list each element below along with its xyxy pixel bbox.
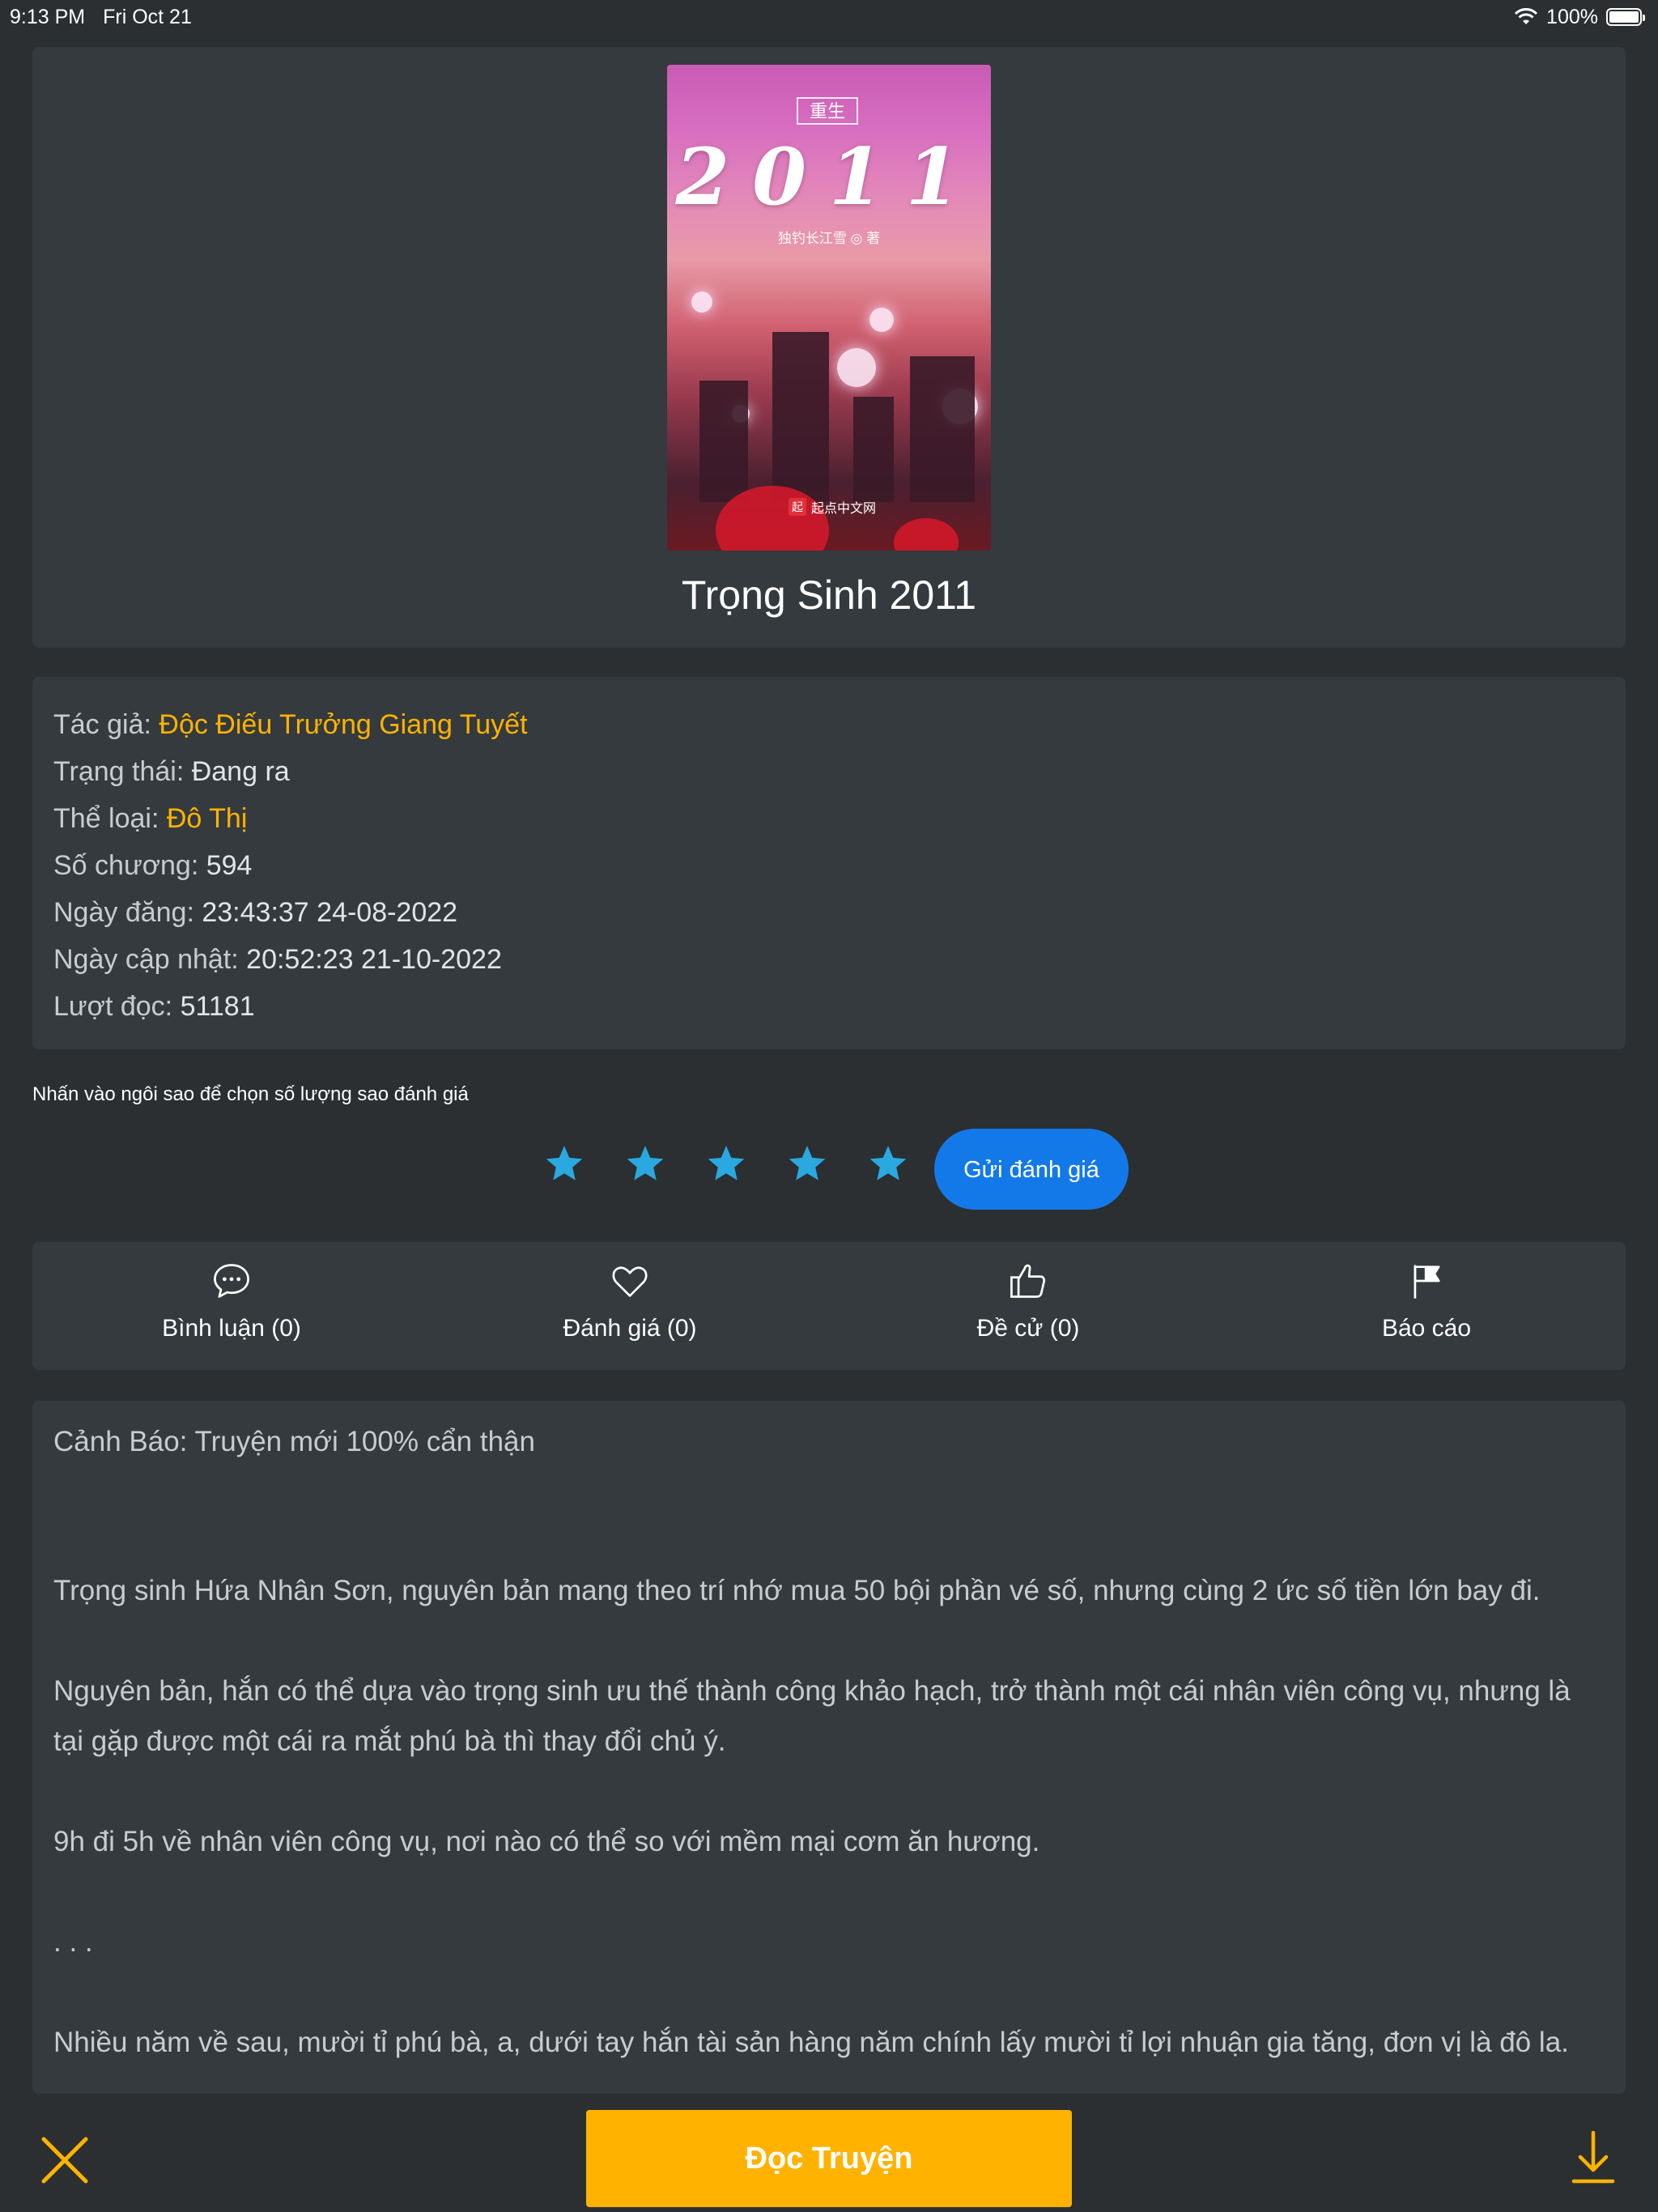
description-paragraph: 9h đi 5h về nhân viên công vụ, nơi nào c…	[53, 1826, 1040, 1857]
star-icon-5[interactable]	[868, 1143, 908, 1184]
cover-publisher: 起 起点中文网	[789, 497, 876, 517]
battery-icon	[1606, 8, 1645, 26]
updated-label: Ngày cập nhật:	[53, 944, 247, 975]
author-link[interactable]: Độc Điếu Trưởng Giang Tuyết	[159, 709, 527, 740]
description-warning: Cảnh Báo: Truyện mới 100% cẩn thận	[53, 1426, 535, 1457]
star-icon-1[interactable]	[544, 1143, 585, 1184]
comments-label: Bình luận (0)	[162, 1315, 301, 1342]
publisher-name: 起点中文网	[811, 502, 877, 516]
cover-top-text: 重生	[797, 97, 858, 125]
genre-label: Thể loại:	[53, 803, 167, 834]
description-paragraph: Nguyên bản, hắn có thể dựa vào trọng sin…	[53, 1675, 1571, 1757]
nominate-label: Đề cử (0)	[976, 1315, 1080, 1342]
chapters-label: Số chương:	[53, 850, 206, 881]
posted-value: 23:43:37 24-08-2022	[202, 897, 458, 928]
cover-number: 2011	[675, 131, 983, 223]
thumbs-up-icon	[1010, 1264, 1046, 1298]
reviews-button[interactable]: Đánh giá (0)	[431, 1242, 829, 1370]
info-author: Tác giả: Độc Điếu Trưởng Giang Tuyết	[53, 701, 528, 748]
posted-label: Ngày đăng:	[53, 897, 202, 928]
flag-icon	[1414, 1265, 1440, 1299]
submit-rating-button[interactable]: Gửi đánh giá	[934, 1129, 1129, 1210]
status-bar: 9:13 PM Fri Oct 21 100%	[0, 0, 1658, 34]
views-label: Lượt đọc:	[53, 991, 181, 1022]
views-value: 51181	[180, 991, 255, 1022]
read-button[interactable]: Đọc Truyện	[586, 2110, 1072, 2207]
status-time: 9:13 PM	[10, 5, 86, 28]
cover-panel: 重生 2011 独钓长江雪 ◎ 著 起 起点中文网 Trọng Sinh 201…	[32, 47, 1626, 648]
book-title: Trọng Sinh 2011	[681, 572, 977, 618]
star-rating	[544, 1143, 908, 1184]
info-posted: Ngày đăng: 23:43:37 24-08-2022	[53, 889, 528, 936]
status-label: Trạng thái:	[53, 756, 192, 787]
description-text: Cảnh Báo: Truyện mới 100% cẩn thận Trọng…	[53, 1417, 1605, 2068]
report-button[interactable]: Báo cáo	[1227, 1242, 1626, 1370]
actions-panel: Bình luận (0) Đánh giá (0) Đề cử (0) Báo…	[32, 1242, 1626, 1370]
comment-icon	[214, 1264, 249, 1298]
status-date: Fri Oct 21	[103, 5, 192, 28]
book-cover[interactable]: 重生 2011 独钓长江雪 ◎ 著 起 起点中文网	[667, 65, 991, 551]
genre-link[interactable]: Đô Thị	[167, 803, 248, 834]
bottom-bar: Đọc Truyện	[0, 2094, 1658, 2212]
author-label: Tác giả:	[53, 709, 159, 740]
download-icon[interactable]	[1569, 2129, 1618, 2186]
battery-percent: 100%	[1546, 5, 1598, 28]
report-label: Báo cáo	[1381, 1315, 1472, 1342]
description-panel: Cảnh Báo: Truyện mới 100% cẩn thận Trọng…	[32, 1401, 1626, 2094]
chapters-value: 594	[206, 850, 253, 881]
star-icon-2[interactable]	[625, 1143, 665, 1184]
description-paragraph: Trọng sinh Hứa Nhân Sơn, nguyên bản mang…	[53, 1575, 1541, 1606]
description-ellipsis: . . .	[53, 1926, 93, 1958]
updated-value: 20:52:23 21-10-2022	[246, 944, 502, 975]
info-chapters: Số chương: 594	[53, 842, 528, 889]
star-icon-3[interactable]	[706, 1143, 746, 1184]
star-icon-4[interactable]	[787, 1143, 827, 1184]
info-views: Lượt đọc: 51181	[53, 983, 528, 1030]
reviews-label: Đánh giá (0)	[563, 1315, 697, 1342]
info-genre: Thể loại: Đô Thị	[53, 795, 528, 842]
heart-icon	[612, 1266, 648, 1297]
comments-button[interactable]: Bình luận (0)	[32, 1242, 431, 1370]
nominate-button[interactable]: Đề cử (0)	[829, 1242, 1227, 1370]
close-icon[interactable]	[39, 2134, 91, 2186]
info-status: Trạng thái: Đang ra	[53, 748, 528, 795]
cover-author: 独钓长江雪 ◎ 著	[777, 231, 881, 246]
publisher-logo-icon: 起	[789, 498, 806, 516]
description-paragraph: Nhiều năm về sau, mười tỉ phú bà, a, dướ…	[53, 2027, 1569, 2058]
wifi-icon	[1514, 8, 1538, 24]
info-updated: Ngày cập nhật: 20:52:23 21-10-2022	[53, 936, 528, 983]
info-panel: Tác giả: Độc Điếu Trưởng Giang Tuyết Trạ…	[32, 677, 1626, 1049]
status-value: Đang ra	[191, 756, 290, 787]
rating-hint: Nhấn vào ngôi sao để chọn số lượng sao đ…	[32, 1083, 469, 1105]
